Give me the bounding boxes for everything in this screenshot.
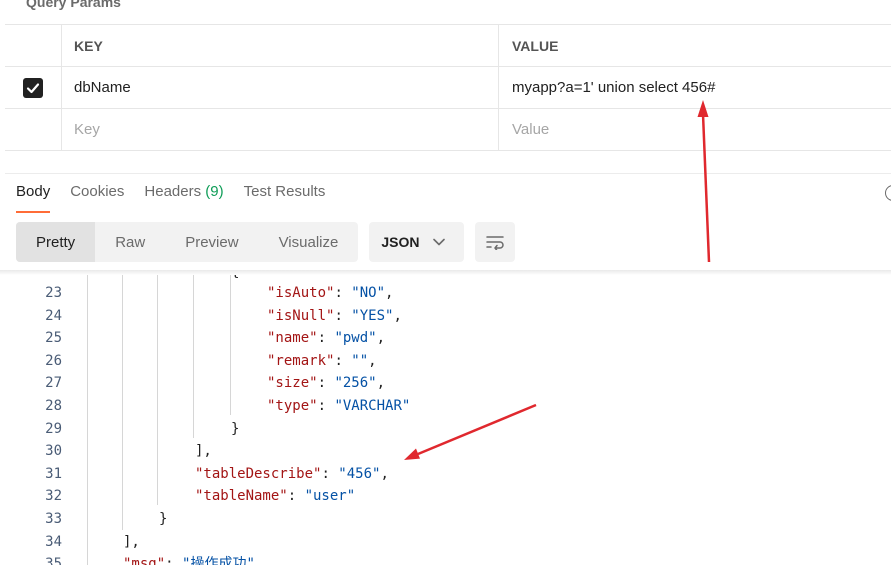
code-line: 34], <box>0 531 891 553</box>
line-number: 27 <box>45 375 62 392</box>
line-number: 26 <box>45 352 62 369</box>
param-enabled-checkbox[interactable] <box>23 77 43 98</box>
code-text: ], <box>195 443 212 460</box>
query-params-table: KEY VALUE dbName myapp?a=1' union select… <box>5 24 891 151</box>
view-visualize-button[interactable]: Visualize <box>259 222 359 262</box>
query-params-title: Query Params <box>26 0 121 10</box>
value-column-header: VALUE <box>512 37 559 54</box>
code-text: ], <box>123 533 140 550</box>
code-line: 29} <box>0 418 891 440</box>
tab-body[interactable]: Body <box>16 183 51 213</box>
view-preview-button[interactable]: Preview <box>165 222 258 262</box>
view-mode-selector: Pretty Raw Preview Visualize <box>16 222 359 262</box>
code-line: 31 "tableDescribe": "456", <box>0 463 891 485</box>
code-text: "isAuto": "NO", <box>267 285 394 301</box>
param-key-field[interactable]: dbName <box>62 67 499 108</box>
code-text: "tableName": "user" <box>195 488 356 505</box>
code-line: 25 "name": "pwd", <box>0 327 891 349</box>
response-toolbar: Pretty Raw Preview Visualize JSON <box>16 222 516 262</box>
code-text: "type": "VARCHAR" <box>267 398 411 414</box>
line-number: 35 <box>45 556 62 565</box>
code-text: "name": "pwd", <box>267 330 386 347</box>
format-dropdown-label: JSON <box>381 234 420 250</box>
divider <box>5 149 891 174</box>
response-tabs: Body Cookies Headers (9) Test Results <box>16 183 325 213</box>
code-text: } <box>159 511 168 527</box>
param-value-field[interactable]: myapp?a=1' union select 456# <box>500 67 891 108</box>
tab-cookies[interactable]: Cookies <box>70 183 124 213</box>
format-dropdown[interactable]: JSON <box>369 222 465 262</box>
view-raw-button[interactable]: Raw <box>95 222 165 262</box>
line-number: 34 <box>45 533 62 550</box>
code-text: } <box>231 420 240 437</box>
new-key-input[interactable]: Key <box>62 109 499 150</box>
code-line: 27 "size": "256", <box>0 372 891 394</box>
line-number: 29 <box>45 420 62 437</box>
code-line: 30], <box>0 440 891 462</box>
response-body-editor[interactable]: { 23 "isAuto": "NO", 24 "isNull": "YES", 25 "… <box>0 270 891 565</box>
line-number: 30 <box>45 443 62 460</box>
line-number: 23 <box>45 285 62 301</box>
new-value-input[interactable]: Value <box>500 109 891 150</box>
info-icon[interactable] <box>885 185 891 201</box>
code-line: 23 "isAuto": "NO", <box>0 282 891 304</box>
line-number: 33 <box>45 511 62 527</box>
code-line: 26 "remark": "", <box>0 350 891 372</box>
line-number: 31 <box>45 465 62 482</box>
code-text: "isNull": "YES", <box>267 307 402 324</box>
code-line: 24 "isNull": "YES", <box>0 305 891 327</box>
line-number: 32 <box>45 488 62 505</box>
code-line: 28 "type": "VARCHAR" <box>0 395 891 417</box>
key-column-header: KEY <box>62 25 499 66</box>
headers-count-badge: (9) <box>205 183 224 200</box>
code-line: 33} <box>0 508 891 530</box>
tab-headers-label: Headers <box>144 183 202 200</box>
wrap-lines-button[interactable] <box>475 222 516 262</box>
params-header-row: KEY VALUE <box>5 25 891 67</box>
view-pretty-button[interactable]: Pretty <box>16 222 96 262</box>
check-icon <box>26 82 40 93</box>
param-row: dbName myapp?a=1' union select 456# <box>5 67 891 109</box>
new-param-row: Key Value <box>5 109 891 151</box>
line-number: 25 <box>45 330 62 347</box>
code-line: 32 "tableName": "user" <box>0 485 891 507</box>
chevron-down-icon <box>433 238 446 246</box>
tab-test-results[interactable]: Test Results <box>244 183 326 213</box>
wrap-text-icon <box>486 236 505 250</box>
line-number: 24 <box>45 307 62 324</box>
code-text: "tableDescribe": "456", <box>195 465 389 482</box>
code-line: 35 "msg": "操作成功", <box>0 553 891 565</box>
tab-headers[interactable]: Headers (9) <box>144 183 223 213</box>
code-text: "remark": "", <box>267 352 377 369</box>
line-number: 28 <box>45 398 62 414</box>
code-text: "msg": "操作成功", <box>123 556 264 565</box>
code-text: "size": "256", <box>267 375 386 392</box>
